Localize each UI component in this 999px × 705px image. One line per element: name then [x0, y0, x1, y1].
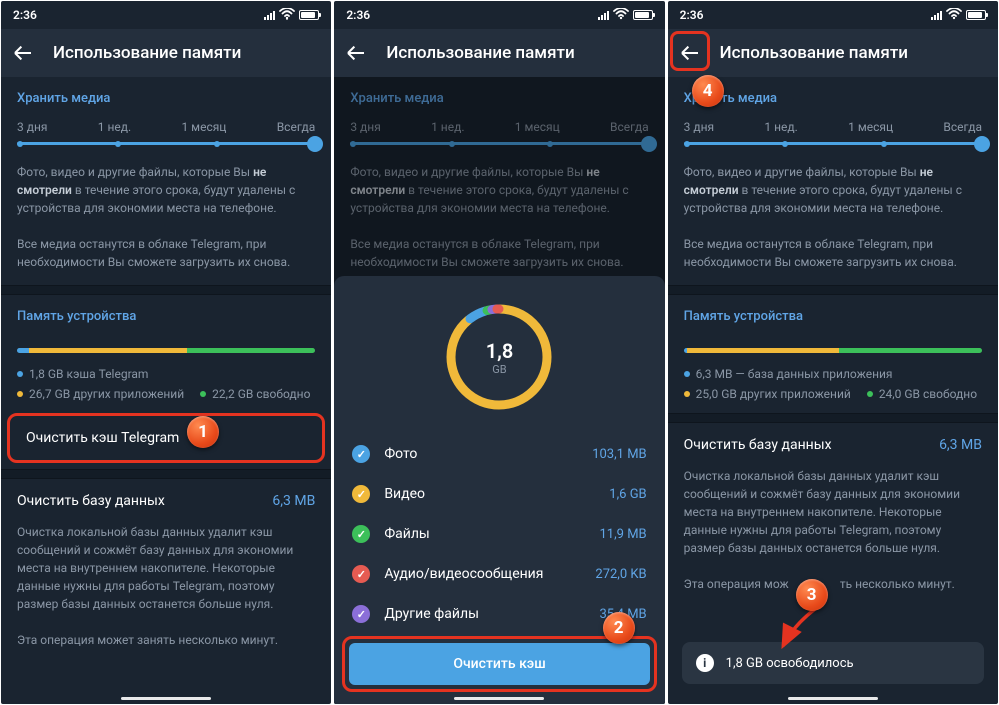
checkbox-icon[interactable] — [352, 445, 370, 463]
toast-freed: i 1,8 GB освободилось — [682, 642, 984, 684]
header: Использование памяти — [334, 29, 664, 77]
wifi-icon — [279, 8, 295, 23]
category-size: 11,9 MB — [600, 527, 647, 542]
category-label: Аудио/видеосообщения — [384, 566, 581, 582]
media-section: Хранить медиа 3 дня 1 нед. 1 месяц Всегд… — [1, 77, 331, 163]
callout-4: 4 — [692, 75, 724, 107]
screen-1: 2:36 Использование памяти Хранить медиа … — [1, 1, 331, 704]
clear-db-button[interactable]: Очистить базу данных 6,3 MB — [1, 479, 331, 523]
page-title: Использование памяти — [720, 43, 908, 63]
back-button[interactable] — [11, 41, 35, 65]
category-label: Видео — [384, 486, 595, 502]
category-size: 1,6 GB — [609, 487, 646, 502]
cache-category-row[interactable]: Файлы 11,9 MB — [334, 514, 664, 554]
info-icon: i — [696, 654, 714, 672]
wifi-icon — [946, 8, 962, 23]
category-label: Другие файлы — [384, 606, 585, 622]
media-desc: Фото, видео и другие файлы, которые Вы н… — [1, 163, 331, 285]
clear-cache-confirm-button[interactable]: Очистить кэш — [349, 643, 649, 685]
signal-icon — [931, 10, 942, 20]
storage-legend: 1,8 GB кэша Telegram 26,7 GB других прил… — [1, 367, 331, 413]
arrow-left-icon — [348, 52, 364, 54]
clock: 2:36 — [13, 8, 37, 22]
back-button[interactable] — [678, 41, 702, 65]
signal-icon — [598, 10, 609, 20]
page-title: Использование памяти — [386, 43, 574, 63]
keep-media-slider[interactable] — [684, 142, 982, 145]
page-title: Использование памяти — [53, 43, 241, 63]
category-label: Фото — [384, 446, 578, 462]
checkbox-icon[interactable] — [352, 565, 370, 583]
status-icons — [598, 8, 653, 23]
checkbox-icon[interactable] — [352, 525, 370, 543]
screen-3: 2:36 Использование памяти 4 Хранить меди… — [668, 1, 998, 704]
clear-cache-button[interactable]: Очистить кэш Telegram — [10, 416, 322, 460]
callout-2: 2 — [603, 612, 635, 644]
storage-bar — [17, 348, 315, 353]
header: Использование памяти — [1, 29, 331, 77]
storage-section: Память устройства — [1, 295, 331, 342]
section-title: Хранить медиа — [17, 91, 315, 106]
statusbar: 2:36 — [1, 1, 331, 29]
callout-1: 1 — [187, 416, 219, 448]
db-desc: Очистка локальной базы данных удалит кэш… — [1, 523, 331, 663]
arrow-left-icon — [15, 52, 31, 54]
clock: 2:36 — [680, 8, 704, 22]
signal-icon — [264, 10, 275, 20]
clock: 2:36 — [346, 8, 370, 22]
cache-modal: 1,8GB Фото 103,1 MB Видео 1,6 GB Файлы 1… — [334, 276, 664, 704]
arrow-left-icon — [682, 52, 698, 54]
category-size: 103,1 MB — [592, 447, 646, 462]
wifi-icon — [613, 8, 629, 23]
slider-labels: 3 дня 1 нед. 1 месяц Всегда — [17, 120, 315, 134]
cache-category-row[interactable]: Фото 103,1 MB — [334, 434, 664, 474]
category-size: 272,0 KB — [595, 567, 646, 582]
statusbar: 2:36 — [668, 1, 998, 29]
highlight-clear-cache: Очистить кэш Telegram — [7, 413, 325, 463]
clear-db-button[interactable]: Очистить базу данных 6,3 MB — [668, 423, 998, 467]
battery-icon — [633, 10, 653, 20]
screen-2: 2:36 Использование памяти Хранить медиа … — [334, 1, 664, 704]
db-desc: Очистка локальной базы данных удалит кэш… — [668, 467, 998, 607]
checkbox-icon[interactable] — [352, 605, 370, 623]
home-indicator[interactable] — [121, 697, 211, 700]
back-button[interactable] — [344, 41, 368, 65]
section-title: Память устройства — [17, 309, 315, 324]
category-label: Файлы — [384, 526, 585, 542]
storage-bar — [684, 348, 982, 353]
cache-category-row[interactable]: Видео 1,6 GB — [334, 474, 664, 514]
checkbox-icon[interactable] — [352, 485, 370, 503]
battery-icon — [299, 10, 319, 20]
header: Использование памяти — [668, 29, 998, 77]
status-icons — [264, 8, 319, 23]
statusbar: 2:36 — [334, 1, 664, 29]
storage-donut: 1,8GB — [440, 298, 558, 416]
battery-icon — [966, 10, 986, 20]
home-indicator[interactable] — [454, 697, 544, 700]
callout-3: 3 — [796, 579, 828, 611]
cache-category-row[interactable]: Аудио/видеосообщения 272,0 KB — [334, 554, 664, 594]
keep-media-slider[interactable] — [17, 142, 315, 145]
home-indicator[interactable] — [788, 697, 878, 700]
